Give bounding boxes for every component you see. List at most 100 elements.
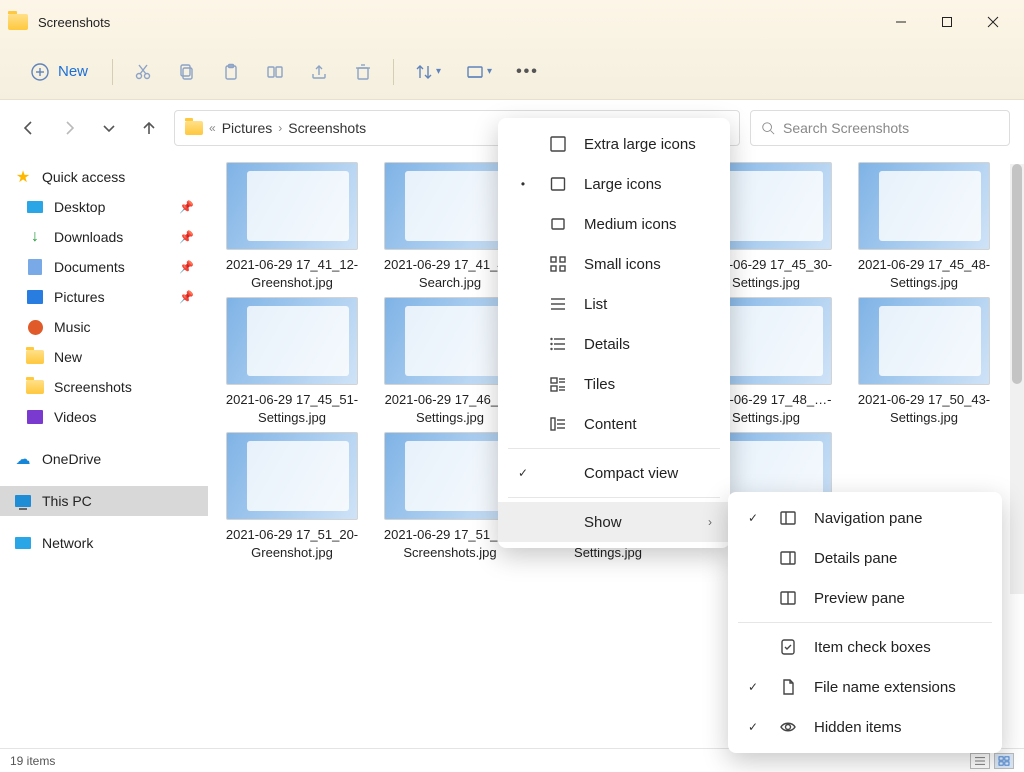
view-button[interactable]: ▾ [455, 54, 502, 90]
view-menu: Extra large icons•Large iconsMedium icon… [498, 118, 730, 548]
videos-icon [27, 410, 43, 424]
new-button[interactable]: New [16, 54, 102, 90]
vertical-scrollbar[interactable] [1010, 164, 1024, 594]
rename-button[interactable] [255, 54, 295, 90]
pc-icon [15, 495, 31, 507]
thumbnail-view-button[interactable] [994, 753, 1014, 769]
details-view-button[interactable] [970, 753, 990, 769]
sidebar-item-videos[interactable]: Videos [0, 402, 208, 432]
bullet-icon: • [514, 177, 532, 191]
maximize-button[interactable] [924, 6, 970, 38]
sidebar-this-pc[interactable]: This PC [0, 486, 208, 516]
forward-button[interactable] [54, 113, 84, 143]
sidebar-item-desktop[interactable]: Desktop📌 [0, 192, 208, 222]
file-name: 2021-06-29 17_41_12-Greenshot.jpg [222, 256, 362, 291]
desktop-icon [27, 201, 43, 213]
sidebar-item-documents[interactable]: Documents📌 [0, 252, 208, 282]
view-icon [548, 295, 568, 313]
file-item[interactable]: 2021-06-29 17_50_43-Settings.jpg [850, 297, 998, 426]
file-name: 2021-06-29 17_45_51-Settings.jpg [222, 391, 362, 426]
menu-view-option[interactable]: Small icons [498, 244, 730, 284]
option-icon [778, 718, 798, 736]
scrollbar-thumb[interactable] [1012, 164, 1022, 384]
clipboard-icon [221, 62, 241, 82]
file-item[interactable]: 2021-06-29 17_45_48-Settings.jpg [850, 162, 998, 291]
more-button[interactable]: ••• [506, 54, 549, 90]
option-icon [778, 509, 798, 527]
option-icon [778, 549, 798, 567]
menu-show[interactable]: Show › [498, 502, 730, 542]
file-thumbnail [384, 432, 516, 520]
breadcrumb-current[interactable]: Screenshots [288, 120, 366, 136]
file-item[interactable]: 2021-06-29 17_45_51-Settings.jpg [218, 297, 366, 426]
ellipsis-icon: ••• [516, 63, 539, 81]
sidebar-network[interactable]: Network [0, 528, 208, 558]
sort-button[interactable]: ▾ [404, 54, 451, 90]
sidebar-item-downloads[interactable]: ↓Downloads📌 [0, 222, 208, 252]
music-icon [28, 320, 43, 335]
menu-view-option[interactable]: •Large icons [498, 164, 730, 204]
menu-show-option[interactable]: ✓Navigation pane [728, 498, 1002, 538]
breadcrumb-parent[interactable]: Pictures [222, 120, 273, 136]
menu-show-option[interactable]: ✓Hidden items [728, 707, 1002, 747]
download-icon: ↓ [26, 228, 44, 246]
file-thumbnail [384, 297, 516, 385]
file-name: 2021-06-29 17_51_20-Greenshot.jpg [222, 526, 362, 561]
menu-show-option[interactable]: Preview pane [728, 578, 1002, 618]
delete-button[interactable] [343, 54, 383, 90]
folder-icon [26, 380, 44, 394]
rename-icon [265, 62, 285, 82]
paste-button[interactable] [211, 54, 251, 90]
option-icon [778, 638, 798, 656]
sidebar-quick-access[interactable]: ★Quick access [0, 162, 208, 192]
folder-icon [26, 350, 44, 364]
file-name: 2021-06-29 17_50_43-Settings.jpg [854, 391, 994, 426]
view-icon [548, 415, 568, 433]
search-icon [761, 121, 775, 135]
view-icon [548, 135, 568, 153]
view-icon [548, 255, 568, 273]
menu-show-option[interactable]: Item check boxes [728, 627, 1002, 667]
folder-icon [8, 14, 28, 30]
copy-button[interactable] [167, 54, 207, 90]
sidebar-item-screenshots[interactable]: Screenshots [0, 372, 208, 402]
menu-show-option[interactable]: ✓File name extensions [728, 667, 1002, 707]
option-icon [778, 678, 798, 696]
pin-icon: 📌 [179, 260, 194, 274]
menu-view-option[interactable]: Details [498, 324, 730, 364]
file-item[interactable]: 2021-06-29 17_41_12-Greenshot.jpg [218, 162, 366, 291]
scissors-icon [133, 62, 153, 82]
cut-button[interactable] [123, 54, 163, 90]
chevron-right-icon: › [708, 515, 712, 529]
menu-view-option[interactable]: Medium icons [498, 204, 730, 244]
star-icon: ★ [14, 168, 32, 186]
plus-circle-icon [30, 62, 50, 82]
sidebar-item-music[interactable]: Music [0, 312, 208, 342]
sidebar-onedrive[interactable]: ☁OneDrive [0, 444, 208, 474]
search-box[interactable]: Search Screenshots [750, 110, 1010, 146]
menu-view-option[interactable]: Content [498, 404, 730, 444]
recent-button[interactable] [94, 113, 124, 143]
view-icon [548, 375, 568, 393]
menu-view-option[interactable]: Extra large icons [498, 124, 730, 164]
menu-compact-view[interactable]: ✓ Compact view [498, 453, 730, 493]
sidebar-item-new[interactable]: New [0, 342, 208, 372]
close-button[interactable] [970, 6, 1016, 38]
view-icon [548, 175, 568, 193]
pin-icon: 📌 [179, 200, 194, 214]
file-thumbnail [226, 162, 358, 250]
minimize-button[interactable] [878, 6, 924, 38]
share-button[interactable] [299, 54, 339, 90]
sort-icon [414, 62, 434, 82]
chevron-right-icon: › [278, 121, 282, 135]
menu-view-option[interactable]: Tiles [498, 364, 730, 404]
back-button[interactable] [14, 113, 44, 143]
menu-show-option[interactable]: Details pane [728, 538, 1002, 578]
file-item[interactable]: 2021-06-29 17_51_20-Greenshot.jpg [218, 432, 366, 561]
menu-view-option[interactable]: List [498, 284, 730, 324]
sidebar-item-pictures[interactable]: Pictures📌 [0, 282, 208, 312]
check-icon: ✓ [514, 466, 532, 480]
up-button[interactable] [134, 113, 164, 143]
network-icon [15, 537, 31, 549]
file-thumbnail [226, 297, 358, 385]
